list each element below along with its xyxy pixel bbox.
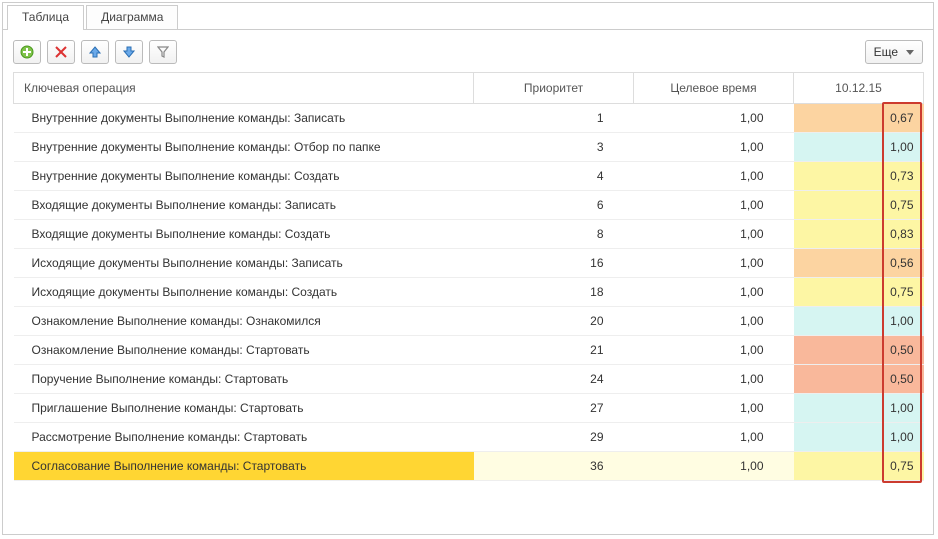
- cell-priority: 18: [474, 278, 634, 307]
- data-table[interactable]: Ключевая операция Приоритет Целевое врем…: [13, 72, 924, 481]
- table-row[interactable]: Поручение Выполнение команды: Стартовать…: [14, 365, 924, 394]
- cell-priority: 36: [474, 452, 634, 481]
- plus-icon: [20, 45, 34, 59]
- cell-priority: 27: [474, 394, 634, 423]
- toolbar: Еще: [13, 40, 923, 64]
- cell-priority: 1: [474, 104, 634, 133]
- table-row[interactable]: Внутренние документы Выполнение команды:…: [14, 133, 924, 162]
- cell-value: 1,00: [794, 133, 924, 162]
- table-row[interactable]: Исходящие документы Выполнение команды: …: [14, 278, 924, 307]
- cell-target: 1,00: [634, 104, 794, 133]
- funnel-icon: [157, 46, 169, 58]
- cell-priority: 4: [474, 162, 634, 191]
- cell-target: 1,00: [634, 365, 794, 394]
- cell-priority: 21: [474, 336, 634, 365]
- cell-target: 1,00: [634, 191, 794, 220]
- cell-value: 0,75: [794, 191, 924, 220]
- cell-operation: Ознакомление Выполнение команды: Стартов…: [14, 336, 474, 365]
- cell-target: 1,00: [634, 394, 794, 423]
- cell-target: 1,00: [634, 133, 794, 162]
- tab-diagram[interactable]: Диаграмма: [86, 5, 178, 29]
- col-date[interactable]: 10.12.15: [794, 73, 924, 104]
- more-label: Еще: [874, 45, 898, 59]
- tabs: Таблица Диаграмма: [3, 3, 933, 29]
- add-button[interactable]: [13, 40, 41, 64]
- cell-operation: Внутренние документы Выполнение команды:…: [14, 133, 474, 162]
- cell-value: 1,00: [794, 423, 924, 452]
- cell-operation: Внутренние документы Выполнение команды:…: [14, 162, 474, 191]
- cell-priority: 8: [474, 220, 634, 249]
- cell-operation: Поручение Выполнение команды: Стартовать: [14, 365, 474, 394]
- cell-operation: Исходящие документы Выполнение команды: …: [14, 278, 474, 307]
- cell-value: 0,50: [794, 336, 924, 365]
- cell-operation: Приглашение Выполнение команды: Стартова…: [14, 394, 474, 423]
- cell-priority: 29: [474, 423, 634, 452]
- more-button[interactable]: Еще: [865, 40, 923, 64]
- cell-value: 0,75: [794, 278, 924, 307]
- cell-priority: 6: [474, 191, 634, 220]
- cell-operation: Внутренние документы Выполнение команды:…: [14, 104, 474, 133]
- cell-priority: 16: [474, 249, 634, 278]
- col-target[interactable]: Целевое время: [634, 73, 794, 104]
- table-row[interactable]: Приглашение Выполнение команды: Стартова…: [14, 394, 924, 423]
- filter-button[interactable]: [149, 40, 177, 64]
- cell-priority: 24: [474, 365, 634, 394]
- table-row[interactable]: Ознакомление Выполнение команды: Ознаком…: [14, 307, 924, 336]
- table-row[interactable]: Ознакомление Выполнение команды: Стартов…: [14, 336, 924, 365]
- table-row[interactable]: Рассмотрение Выполнение команды: Стартов…: [14, 423, 924, 452]
- cell-operation: Согласование Выполнение команды: Стартов…: [14, 452, 474, 481]
- cell-value: 1,00: [794, 394, 924, 423]
- cell-operation: Входящие документы Выполнение команды: З…: [14, 191, 474, 220]
- table-row[interactable]: Входящие документы Выполнение команды: С…: [14, 220, 924, 249]
- tab-body: Еще Ключевая операция Приоритет Целевое …: [3, 29, 933, 491]
- cell-target: 1,00: [634, 307, 794, 336]
- cell-value: 0,83: [794, 220, 924, 249]
- cell-value: 0,56: [794, 249, 924, 278]
- move-down-button[interactable]: [115, 40, 143, 64]
- cell-target: 1,00: [634, 162, 794, 191]
- cell-operation: Ознакомление Выполнение команды: Ознаком…: [14, 307, 474, 336]
- cell-value: 0,73: [794, 162, 924, 191]
- move-up-button[interactable]: [81, 40, 109, 64]
- col-priority[interactable]: Приоритет: [474, 73, 634, 104]
- table-row[interactable]: Согласование Выполнение команды: Стартов…: [14, 452, 924, 481]
- delete-button[interactable]: [47, 40, 75, 64]
- cell-operation: Входящие документы Выполнение команды: С…: [14, 220, 474, 249]
- x-icon: [55, 46, 67, 58]
- cell-target: 1,00: [634, 249, 794, 278]
- cell-value: 0,67: [794, 104, 924, 133]
- cell-target: 1,00: [634, 278, 794, 307]
- cell-priority: 20: [474, 307, 634, 336]
- chevron-down-icon: [906, 50, 914, 55]
- table-row[interactable]: Внутренние документы Выполнение команды:…: [14, 162, 924, 191]
- cell-operation: Рассмотрение Выполнение команды: Стартов…: [14, 423, 474, 452]
- cell-value: 1,00: [794, 307, 924, 336]
- cell-operation: Исходящие документы Выполнение команды: …: [14, 249, 474, 278]
- col-operation[interactable]: Ключевая операция: [14, 73, 474, 104]
- table-row[interactable]: Исходящие документы Выполнение команды: …: [14, 249, 924, 278]
- table-row[interactable]: Внутренние документы Выполнение команды:…: [14, 104, 924, 133]
- cell-target: 1,00: [634, 423, 794, 452]
- cell-value: 0,75: [794, 452, 924, 481]
- tab-table[interactable]: Таблица: [7, 5, 84, 29]
- cell-value: 0,50: [794, 365, 924, 394]
- cell-target: 1,00: [634, 336, 794, 365]
- cell-target: 1,00: [634, 220, 794, 249]
- grid-wrap: Ключевая операция Приоритет Целевое врем…: [13, 72, 923, 481]
- panel: Таблица Диаграмма: [2, 2, 934, 535]
- cell-target: 1,00: [634, 452, 794, 481]
- cell-priority: 3: [474, 133, 634, 162]
- arrow-down-icon: [123, 46, 135, 58]
- table-row[interactable]: Входящие документы Выполнение команды: З…: [14, 191, 924, 220]
- arrow-up-icon: [89, 46, 101, 58]
